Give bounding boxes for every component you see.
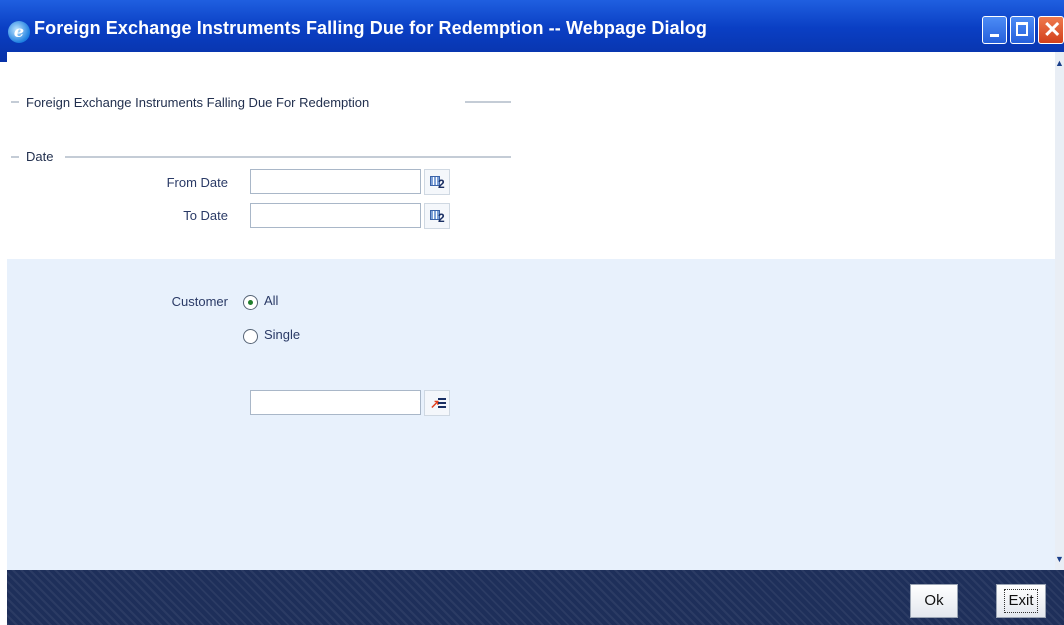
- to-date-calendar-button[interactable]: 2: [424, 203, 450, 229]
- date-rule-right: [65, 156, 511, 158]
- from-date-label: From Date: [166, 175, 228, 190]
- date-section-heading: Date: [26, 149, 54, 164]
- customer-all-radio[interactable]: [243, 295, 258, 310]
- heading-rule-right: [465, 101, 511, 103]
- customer-all-label: All: [264, 293, 279, 308]
- vertical-scrollbar[interactable]: ▲ ▼: [1055, 52, 1064, 570]
- exit-button-label: Exit: [1004, 589, 1038, 613]
- from-date-input[interactable]: [250, 169, 421, 194]
- dialog-footer: Ok Exit: [7, 570, 1064, 625]
- window-title: Foreign Exchange Instruments Falling Due…: [34, 18, 708, 38]
- customer-input[interactable]: [250, 390, 421, 415]
- scroll-down-arrow-icon[interactable]: ▼: [1055, 552, 1064, 566]
- customer-label: Customer: [171, 294, 228, 309]
- ok-button[interactable]: Ok: [910, 584, 958, 618]
- heading-rule-left: [11, 101, 19, 103]
- ie-icon: e: [8, 21, 30, 43]
- maximize-icon[interactable]: [1010, 16, 1035, 44]
- to-date-label: To Date: [183, 208, 228, 223]
- customer-single-label: Single: [264, 327, 301, 342]
- from-date-calendar-button[interactable]: 2: [424, 169, 450, 195]
- form-heading: Foreign Exchange Instruments Falling Due…: [26, 95, 370, 110]
- date-rule-left: [11, 156, 19, 158]
- exit-button[interactable]: Exit: [996, 584, 1046, 618]
- to-date-input[interactable]: [250, 203, 421, 228]
- customer-single-radio[interactable]: [243, 329, 258, 344]
- customer-lov-button[interactable]: ↗: [424, 390, 450, 416]
- scroll-up-arrow-icon[interactable]: ▲: [1055, 56, 1064, 70]
- close-icon[interactable]: ✕: [1038, 16, 1064, 44]
- minimize-icon[interactable]: [982, 16, 1007, 44]
